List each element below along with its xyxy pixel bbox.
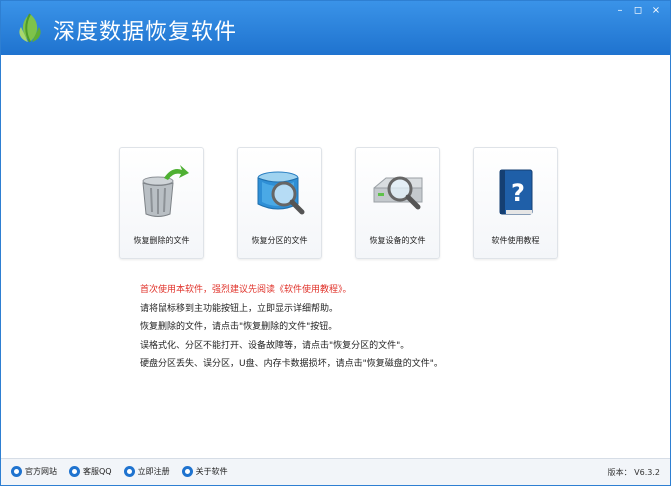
close-button[interactable]: × — [648, 4, 664, 18]
window-controls: – ◻ × — [612, 4, 664, 18]
about-software-link[interactable]: 关于软件 — [181, 466, 228, 477]
info-icon — [181, 466, 193, 477]
card-label: 恢复设备的文件 — [369, 236, 426, 245]
recover-partition-files-button[interactable]: 恢复分区的文件 — [237, 147, 322, 259]
minimize-button[interactable]: – — [612, 4, 628, 18]
tip-line: 恢复删除的文件，请点击"恢复删除的文件"按钮。 — [140, 322, 338, 332]
software-tutorial-button[interactable]: ? 软件使用教程 — [473, 147, 558, 259]
version-label: 版本： V6.3.2 — [607, 468, 660, 477]
app-logo-icon — [19, 13, 41, 43]
link-label: 关于软件 — [195, 467, 228, 476]
recover-device-files-button[interactable]: 恢复设备的文件 — [355, 147, 440, 259]
trash-restore-icon — [142, 165, 189, 217]
partition-search-icon — [257, 171, 305, 215]
title-bar[interactable]: 深度数据恢复软件 – ◻ × — [1, 1, 670, 55]
tip-highlight: 首次使用本软件，强烈建议先阅读《软件使用教程》。 — [140, 285, 352, 295]
link-label: 官方网站 — [25, 467, 57, 476]
link-label: 客服QQ — [83, 467, 112, 476]
usage-tips: 首次使用本软件，强烈建议先阅读《软件使用教程》。 请将鼠标移到主功能按钮上，立即… — [140, 281, 443, 374]
official-website-link[interactable]: 官方网站 — [11, 466, 57, 477]
tip-line: 硬盘分区丢失、误分区，U盘、内存卡数据损坏，请点击"恢复磁盘的文件"。 — [140, 359, 443, 369]
function-cards: 恢复删除的文件 恢复分区的文件 恢复设备的文件 ? 软件使用教程 — [119, 147, 558, 259]
status-bar: 官方网站 客服QQ 立即注册 关于软件 版本： V6.3.2 — [1, 458, 670, 485]
device-search-icon — [373, 176, 423, 210]
qq-icon — [69, 466, 80, 477]
help-book-icon: ? — [499, 169, 533, 215]
card-label: 恢复分区的文件 — [251, 236, 308, 245]
home-icon — [11, 466, 22, 477]
tip-line: 误格式化、分区不能打开、设备故障等，请点击"恢复分区的文件"。 — [140, 340, 410, 351]
link-label: 立即注册 — [137, 467, 170, 476]
app-title: 深度数据恢复软件 — [53, 20, 238, 45]
register-icon — [123, 466, 135, 477]
tip-line: 请将鼠标移到主功能按钮上，立即显示详细帮助。 — [140, 303, 339, 314]
app-window: 深度数据恢复软件 – ◻ × 恢复删除的文件 恢复分区的文件 恢复设备的文件 ?… — [0, 0, 671, 486]
card-label: 恢复删除的文件 — [133, 236, 190, 245]
status-links: 官方网站 客服QQ 立即注册 关于软件 — [11, 466, 228, 477]
restore-button[interactable]: ◻ — [630, 4, 646, 18]
register-now-link[interactable]: 立即注册 — [123, 466, 170, 477]
customer-service-qq-link[interactable]: 客服QQ — [69, 466, 112, 477]
card-label: 软件使用教程 — [491, 236, 540, 245]
main-panel: 恢复删除的文件 恢复分区的文件 恢复设备的文件 ? 软件使用教程 首次使用本软件… — [1, 55, 670, 458]
svg-text:?: ? — [511, 179, 525, 207]
recover-deleted-files-button[interactable]: 恢复删除的文件 — [119, 147, 204, 259]
